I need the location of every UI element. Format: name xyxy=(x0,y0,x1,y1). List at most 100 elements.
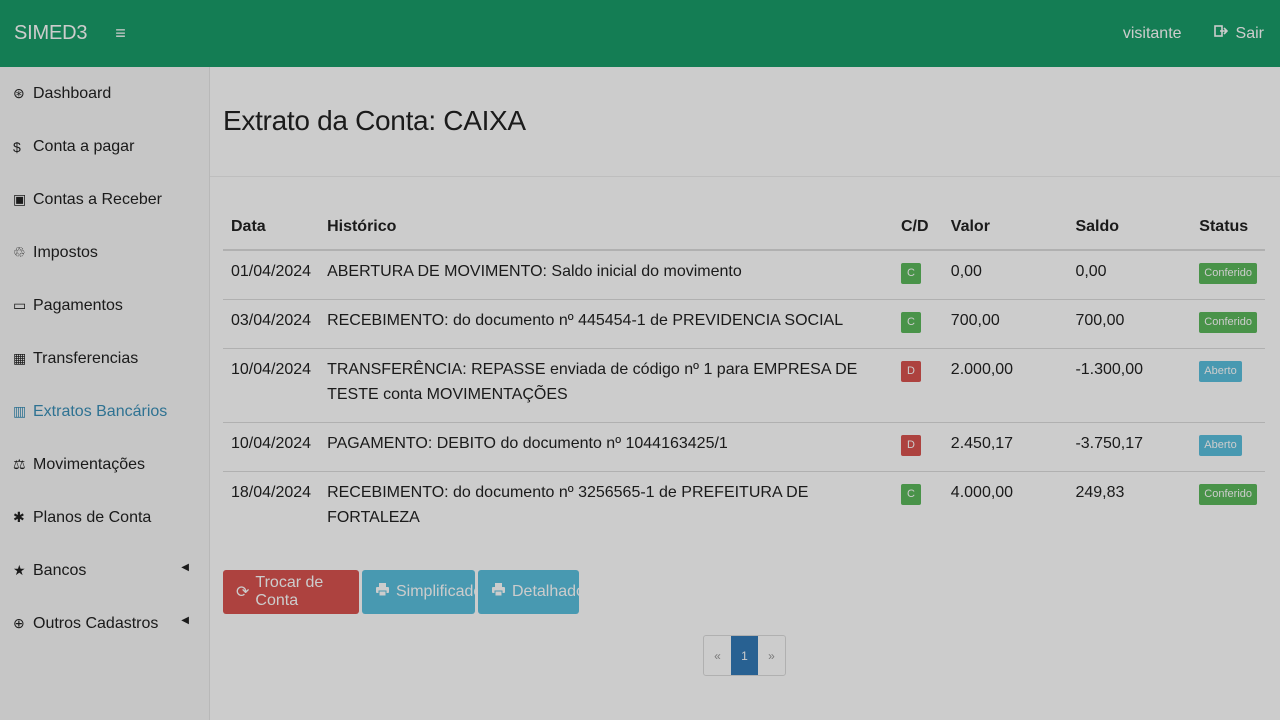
sidebar-item[interactable]: ★ Bancos ◀ xyxy=(0,544,209,597)
sidebar-item-label: Transferencias xyxy=(33,349,139,367)
brand-logo[interactable]: SIMED3 xyxy=(14,22,87,45)
cell-valor: 2.450,17 xyxy=(942,421,1068,471)
cell-cd: C xyxy=(892,470,943,530)
sidebar-item[interactable]: ▦ Transferencias xyxy=(0,332,209,385)
cell-status: Conferido xyxy=(1191,250,1265,299)
pagination-next[interactable]: » xyxy=(758,636,785,675)
cd-badge: C xyxy=(900,483,921,505)
cell-data: 03/04/2024 xyxy=(223,298,320,348)
cell-saldo: -1.300,00 xyxy=(1067,347,1192,422)
table-row: 10/04/2024 TRANSFERÊNCIA: REPASSE enviada… xyxy=(223,347,1265,422)
cell-valor: 4.000,00 xyxy=(942,470,1068,530)
cell-status: Conferido xyxy=(1191,470,1265,530)
cell-historico: TRANSFERÊNCIA: REPASSE enviada de código… xyxy=(319,347,893,422)
cell-data: 18/04/2024 xyxy=(223,470,320,530)
statement-table: Data Histórico C/D Valor Saldo Status 01… xyxy=(223,204,1265,530)
sidebar-item[interactable]: ✱ Planos de Conta xyxy=(0,491,209,544)
sidebar-item[interactable]: ⚖ Movimentações xyxy=(0,438,209,491)
simplificado-button[interactable]: Simplificado xyxy=(362,570,482,614)
cell-historico: RECEBIMENTO: do documento nº 3256565-1 d… xyxy=(319,470,893,530)
sidebar-item-label: Dashboard xyxy=(33,84,112,102)
print-icon xyxy=(375,582,390,602)
cell-historico: RECEBIMENTO: do documento nº 445454-1 de… xyxy=(319,298,893,348)
sidebar-item-label: Impostos xyxy=(33,243,98,261)
title-divider xyxy=(210,176,1280,177)
balance-scale-icon: ⚖ xyxy=(13,456,26,472)
pagination-prev[interactable]: « xyxy=(704,636,731,675)
cell-historico: ABERTURA DE MOVIMENTO: Saldo inicial do … xyxy=(327,263,742,280)
cell-cd: D xyxy=(892,421,943,471)
table-row: 01/04/2024 ABERTURA DE MOVIMENTO: Saldo i… xyxy=(223,250,1265,299)
pagination: « 1 » xyxy=(703,635,786,676)
detalhado-label: Detalhado xyxy=(512,583,585,600)
sidebar-item[interactable]: ⊕ Outros Cadastros ◀ xyxy=(0,597,209,650)
sidebar-item[interactable]: ▥ Extratos Bancários xyxy=(0,385,209,438)
sidebar-item[interactable]: ⊛ Dashboard xyxy=(0,67,209,120)
sidebar-item-label: Planos de Conta xyxy=(33,508,152,526)
top-navbar: SIMED3 ≡ visitante Sair xyxy=(0,0,1280,67)
caret-left-icon: ◀ xyxy=(181,562,189,573)
status-badge: Conferido xyxy=(1199,263,1257,284)
sidebar-item-label: Extratos Bancários xyxy=(33,402,168,420)
star-icon: ★ xyxy=(13,562,26,578)
header-cd: C/D xyxy=(892,204,943,251)
recycle-icon: ♲ xyxy=(13,244,26,260)
sidebar-item-label: Pagamentos xyxy=(33,296,123,314)
header-valor: Valor xyxy=(942,204,1068,251)
status-badge: Aberto xyxy=(1199,360,1242,382)
dollar-icon: $ xyxy=(13,138,21,155)
sidebar-item-label: Contas a Receber xyxy=(33,190,162,208)
table-header-row: Data Histórico C/D Valor Saldo Status xyxy=(223,204,1265,251)
cell-valor: 2.000,00 xyxy=(942,347,1068,422)
sidebar-item-label: Outros Cadastros xyxy=(33,614,159,632)
cd-badge: D xyxy=(900,360,921,382)
cell-status: Aberto xyxy=(1191,347,1265,422)
sidebar-item-label: Movimentações xyxy=(33,455,146,473)
sidebar-item-label: Conta a pagar xyxy=(33,137,135,155)
plus-circle-icon: ⊕ xyxy=(13,615,25,631)
table-row: 18/04/2024 RECEBIMENTO: do documento nº 3… xyxy=(223,470,1265,530)
menu-toggle-icon[interactable]: ≡ xyxy=(115,23,126,44)
calculator-icon: ▦ xyxy=(13,350,27,366)
sidebar: ⊛ Dashboard $ Conta a pagar ▣ Contas a Recebe… xyxy=(0,67,210,720)
sidebar-item[interactable]: ♲ Impostos xyxy=(0,226,209,279)
sidebar-item[interactable]: ▭ Pagamentos xyxy=(0,279,209,332)
user-name[interactable]: visitante xyxy=(1123,25,1182,43)
trocar-conta-button[interactable]: ⟳ Trocar de Conta xyxy=(223,570,359,614)
header-historico: Histórico xyxy=(319,204,893,251)
detalhado-button[interactable]: Detalhado xyxy=(478,570,585,614)
cell-saldo: 0,00 xyxy=(1075,263,1107,280)
caret-left-icon: ◀ xyxy=(181,615,189,626)
logout-button[interactable]: Sair xyxy=(1213,24,1264,43)
cell-saldo: -3.750,17 xyxy=(1067,421,1192,471)
cell-saldo: 700,00 xyxy=(1067,298,1192,348)
simplificado-label: Simplificado xyxy=(396,583,483,600)
status-badge: Aberto xyxy=(1199,434,1242,456)
table-row: 10/04/2024 PAGAMENTO: DEBITO do documento… xyxy=(223,421,1265,471)
cell-cd: D xyxy=(892,347,943,422)
status-badge: Conferido xyxy=(1199,483,1257,505)
cell-status: Aberto xyxy=(1191,421,1265,471)
print-icon xyxy=(491,582,506,602)
sidebar-item-label: Bancos xyxy=(33,561,87,579)
pagination-page[interactable]: 1 xyxy=(731,636,758,675)
sidebar-item[interactable]: $ Conta a pagar xyxy=(0,120,209,173)
cell-data: 10/04/2024 xyxy=(223,421,320,471)
cell-status: Conferido xyxy=(1191,298,1265,348)
refresh-icon: ⟳ xyxy=(236,584,250,601)
bar-chart-icon: ▥ xyxy=(13,403,27,419)
cell-historico: PAGAMENTO: DEBITO do documento nº 104416… xyxy=(319,421,893,471)
dashboard-icon: ⊛ xyxy=(13,85,25,101)
money-icon: ▣ xyxy=(13,191,27,207)
credit-card-icon: ▭ xyxy=(13,297,27,313)
header-data: Data xyxy=(223,204,320,251)
header-saldo: Saldo xyxy=(1067,204,1192,251)
trocar-conta-label: Trocar de Conta xyxy=(255,574,324,609)
cell-cd: C xyxy=(892,298,943,348)
topbar-right: visitante Sair xyxy=(1123,0,1264,67)
status-badge: Conferido xyxy=(1199,311,1257,333)
sidebar-item[interactable]: ▣ Contas a Receber xyxy=(0,173,209,226)
cd-badge: C xyxy=(900,311,921,333)
header-status: Status xyxy=(1191,204,1265,251)
cell-valor: 700,00 xyxy=(942,298,1068,348)
